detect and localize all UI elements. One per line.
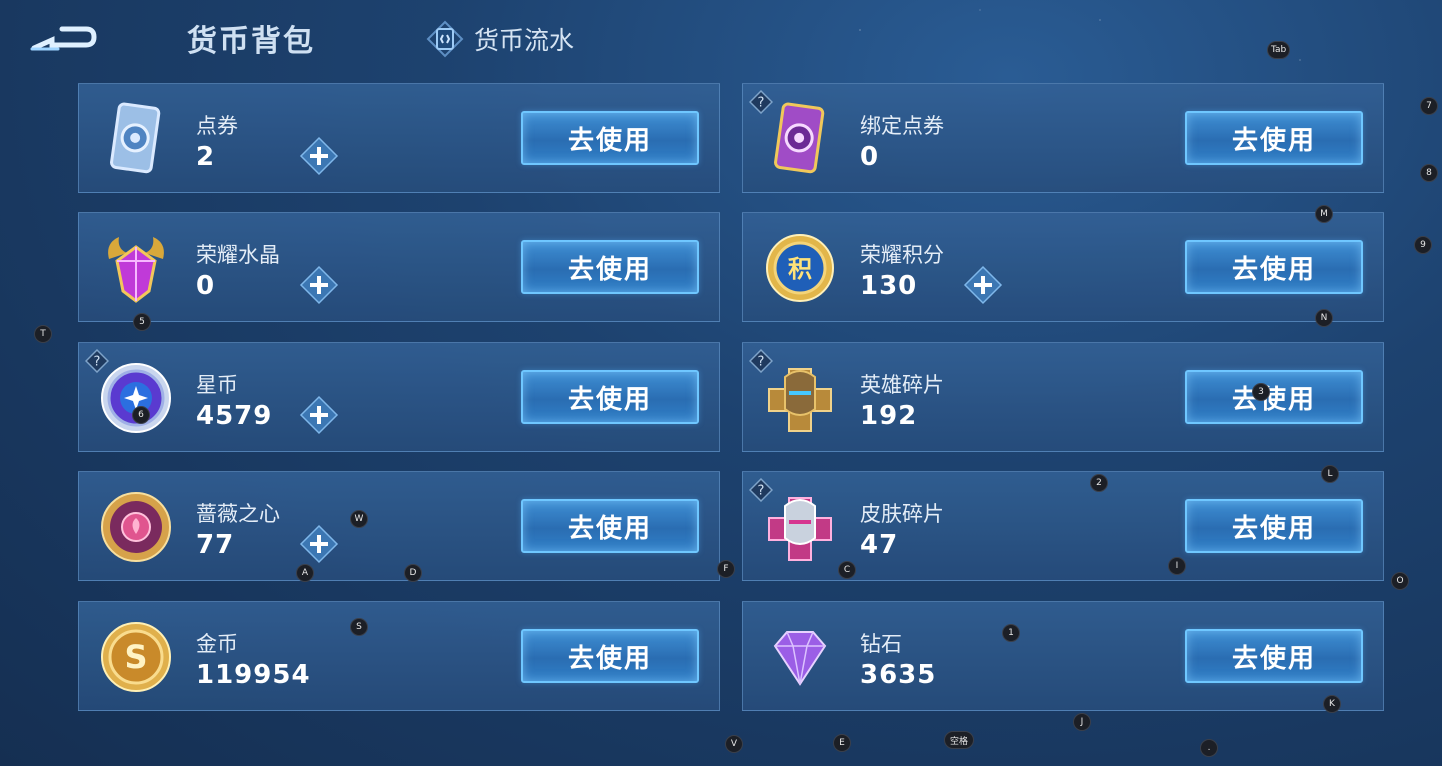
- key-hint-n: N: [1315, 309, 1333, 327]
- currency-amount: 192: [860, 401, 918, 431]
- currency-name: 钻石: [860, 632, 902, 656]
- key-hint-3: 3: [1252, 383, 1270, 401]
- currency-amount: 0: [196, 271, 216, 301]
- currency-card-glory-crystal: 荣耀水晶 0 去使用: [78, 212, 720, 322]
- use-button[interactable]: 去使用: [1185, 499, 1363, 553]
- glory-points-icon: 积: [766, 234, 834, 302]
- currency-name: 荣耀积分: [860, 243, 944, 267]
- currency-amount: 119954: [196, 660, 311, 690]
- add-star-coin-button[interactable]: [299, 395, 339, 435]
- use-button[interactable]: 去使用: [521, 111, 699, 165]
- currency-card-star-coin: ? 星币 4579 去使用: [78, 342, 720, 452]
- currency-name: 星币: [196, 373, 238, 397]
- key-hint-s: S: [350, 618, 368, 636]
- key-hint-l: L: [1321, 465, 1339, 483]
- use-button[interactable]: 去使用: [1185, 111, 1363, 165]
- currency-card-glory-points: 积 荣耀积分 130 去使用: [742, 212, 1384, 322]
- use-button[interactable]: 去使用: [521, 240, 699, 294]
- currency-name: 金币: [196, 632, 238, 656]
- key-hint-f: F: [717, 560, 735, 578]
- key-hint-8: 8: [1420, 164, 1438, 182]
- hero-fragment-icon: [768, 368, 832, 432]
- use-button[interactable]: 去使用: [1185, 629, 1363, 683]
- currency-amount: 130: [860, 271, 918, 301]
- page-title: 货币背包: [187, 24, 315, 59]
- currency-amount: 3635: [860, 660, 937, 690]
- glory-crystal-icon: [108, 237, 164, 303]
- currency-name: 英雄碎片: [860, 373, 944, 397]
- currency-card-diamond: 钻石 3635 去使用: [742, 601, 1384, 711]
- currency-card-coupon: 点券 2 去使用: [78, 83, 720, 193]
- svg-text:S: S: [124, 638, 147, 676]
- currency-name: 蔷薇之心: [196, 502, 280, 526]
- key-hint-m: M: [1315, 205, 1333, 223]
- use-button[interactable]: 去使用: [521, 499, 699, 553]
- key-hint-v: V: [725, 735, 743, 753]
- key-hint-tab: Tab: [1267, 41, 1291, 59]
- key-hint-t: T: [34, 325, 52, 343]
- use-button[interactable]: 去使用: [521, 629, 699, 683]
- currency-name: 绑定点券: [860, 114, 944, 138]
- tab-currency-flow-label: 货币流水: [474, 26, 575, 55]
- bound-coupon-icon: [774, 102, 825, 174]
- currency-amount: 0: [860, 142, 880, 172]
- key-hint-7: 7: [1420, 97, 1438, 115]
- use-button[interactable]: 去使用: [521, 370, 699, 424]
- currency-name: 点券: [196, 114, 238, 138]
- tab-currency-flow[interactable]: 货币流水: [426, 20, 574, 58]
- key-hint-w: W: [350, 510, 368, 528]
- gold-coin-icon: S: [101, 622, 171, 692]
- use-button[interactable]: 去使用: [1185, 370, 1363, 424]
- key-hint-k: K: [1323, 695, 1341, 713]
- currency-card-hero-fragment: ? 英雄碎片 192 去使用: [742, 342, 1384, 452]
- key-hint-o: O: [1391, 572, 1409, 590]
- diamond-icon: [773, 631, 827, 686]
- key-hint-2: 2: [1090, 474, 1108, 492]
- back-arrow-icon: [30, 26, 97, 51]
- currency-name: 荣耀水晶: [196, 243, 280, 267]
- currency-card-bound-coupon: ? 绑定点券 0 去使用: [742, 83, 1384, 193]
- add-coupon-button[interactable]: [299, 136, 339, 176]
- key-hint-i: I: [1168, 557, 1186, 575]
- key-hint-dot: .: [1200, 739, 1218, 757]
- add-glory-crystal-button[interactable]: [299, 265, 339, 305]
- add-rose-heart-button[interactable]: [299, 524, 339, 564]
- currency-amount: 47: [860, 530, 899, 560]
- currency-name: 皮肤碎片: [860, 502, 944, 526]
- svg-text:积: 积: [788, 255, 812, 283]
- currency-amount: 77: [196, 530, 235, 560]
- key-hint-j: J: [1073, 713, 1091, 731]
- skin-fragment-icon: [768, 497, 832, 561]
- currency-card-rose-heart: 蔷薇之心 77 去使用: [78, 471, 720, 581]
- use-button[interactable]: 去使用: [1185, 240, 1363, 294]
- flow-ticket-icon: [426, 20, 464, 58]
- key-hint-e: E: [833, 734, 851, 752]
- currency-amount: 4579: [196, 401, 273, 431]
- key-hint-space: 空格: [944, 731, 975, 749]
- currency-amount: 2: [196, 142, 216, 172]
- key-hint-c: C: [838, 561, 856, 579]
- key-hint-6: 6: [132, 406, 150, 424]
- key-hint-d: D: [404, 564, 422, 582]
- key-hint-a: A: [296, 564, 314, 582]
- add-glory-points-button[interactable]: [963, 265, 1003, 305]
- coupon-icon: [110, 102, 161, 174]
- key-hint-5: 5: [133, 313, 151, 331]
- key-hint-1: 1: [1002, 624, 1020, 642]
- back-button[interactable]: [28, 18, 104, 56]
- star-coin-icon: [101, 363, 171, 433]
- rose-heart-icon: [101, 492, 171, 562]
- key-hint-9: 9: [1414, 236, 1432, 254]
- currency-card-gold-coin: S 金币 119954 去使用: [78, 601, 720, 711]
